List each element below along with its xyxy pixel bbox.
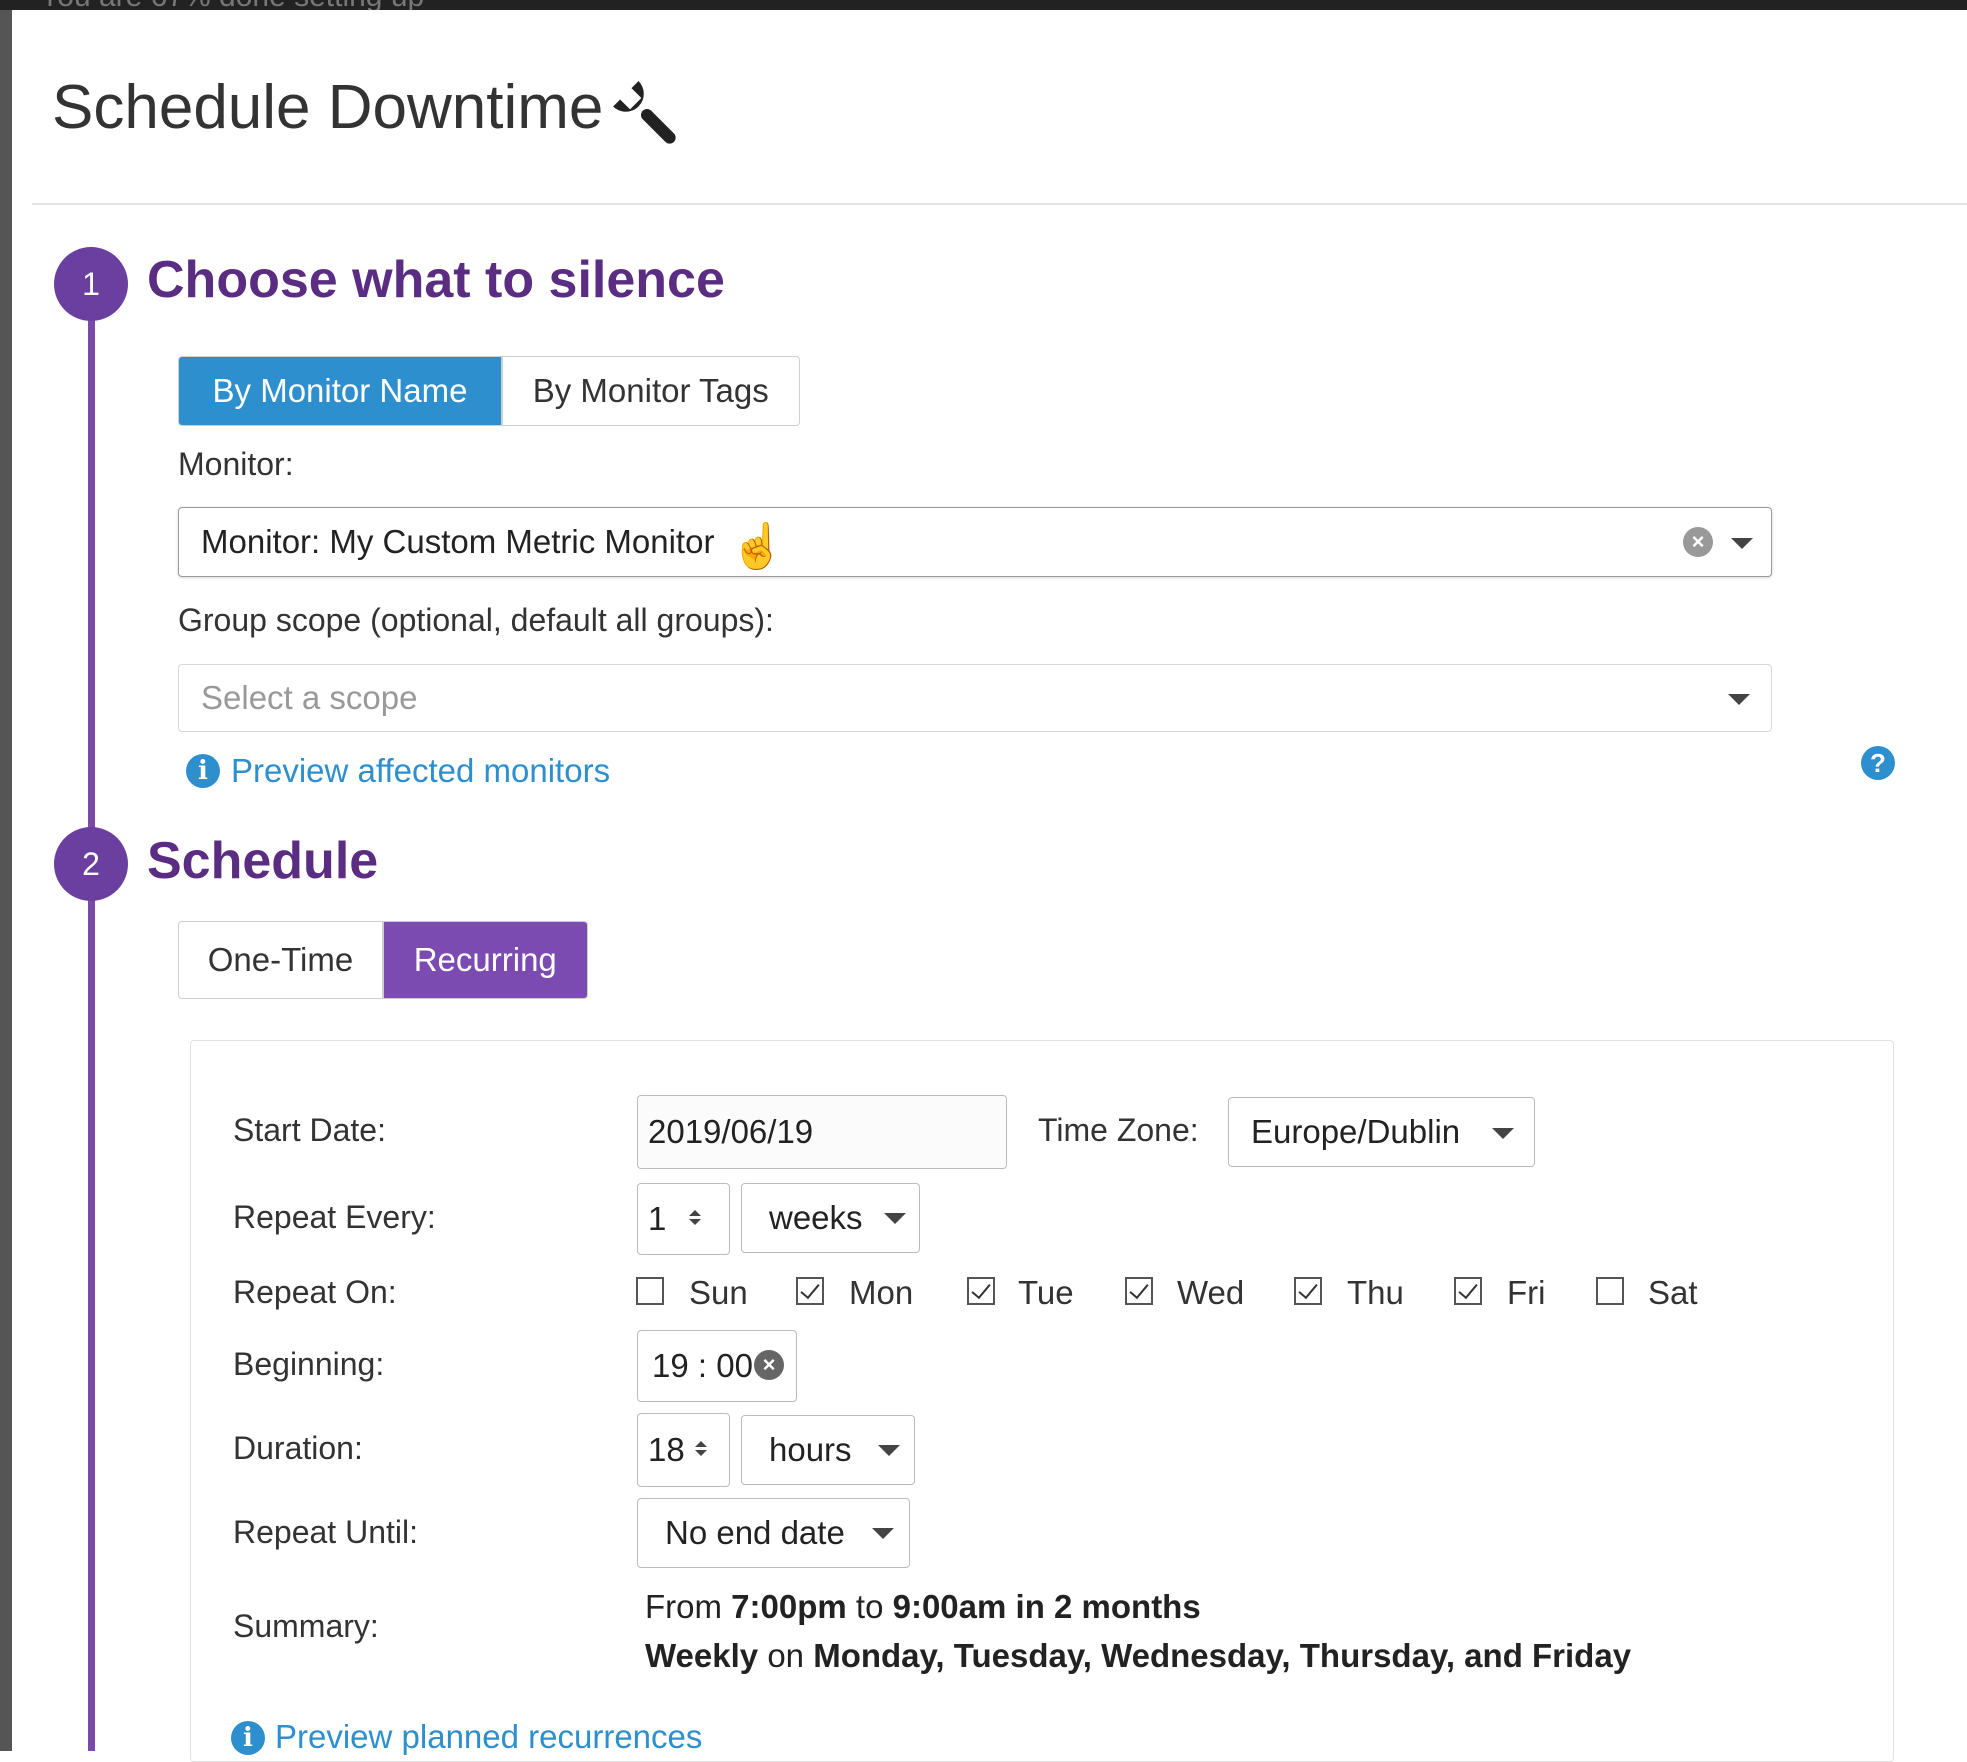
step-1-badge: 1: [54, 247, 128, 321]
day-checkbox-sun[interactable]: [636, 1277, 664, 1305]
schedule-type-toggle: One-Time Recurring: [178, 921, 588, 999]
repeat-until-label: Repeat Until:: [233, 1514, 418, 1550]
monitor-select-value: Monitor: My Custom Metric Monitor: [201, 523, 715, 560]
day-checkbox-tue[interactable]: [967, 1277, 995, 1305]
repeat-until-select[interactable]: No end date: [637, 1498, 910, 1568]
time-zone-select[interactable]: Europe/Dublin: [1228, 1097, 1535, 1167]
day-checkbox-mon[interactable]: [796, 1277, 824, 1305]
day-checkbox-fri[interactable]: [1454, 1277, 1482, 1305]
clear-icon[interactable]: ×: [754, 1350, 784, 1380]
step-2-title: Schedule: [147, 832, 379, 890]
repeat-every-unit-value: weeks: [769, 1199, 863, 1236]
summary-on: on: [767, 1637, 805, 1674]
day-label-thu: Thu: [1347, 1274, 1404, 1311]
day-label-tue: Tue: [1018, 1274, 1074, 1311]
step-2-badge: 2: [54, 827, 128, 901]
beginning-label: Beginning:: [233, 1346, 385, 1382]
summary-text: From 7:00pm to 9:00am in 2 months Weekly…: [645, 1582, 1631, 1680]
beginning-time-value: 19 : 00: [652, 1347, 753, 1384]
day-label-fri: Fri: [1507, 1274, 1546, 1311]
start-date-input[interactable]: 2019/06/19: [637, 1095, 1007, 1169]
preview-planned-recurrences-link[interactable]: Preview planned recurrences: [275, 1718, 702, 1756]
time-zone-value: Europe/Dublin: [1251, 1113, 1461, 1150]
summary-end-time: 9:00am in 2 months: [892, 1588, 1201, 1625]
day-checkbox-wed[interactable]: [1125, 1277, 1153, 1305]
chevron-down-icon[interactable]: [1728, 694, 1750, 705]
monitor-label: Monitor:: [178, 446, 294, 482]
group-scope-placeholder: Select a scope: [201, 679, 418, 716]
repeat-every-value: 1: [648, 1200, 667, 1237]
day-checkbox-sat[interactable]: [1596, 1277, 1624, 1305]
repeat-until-value: No end date: [665, 1514, 845, 1551]
wrench-icon: [613, 81, 676, 144]
day-label-wed: Wed: [1177, 1274, 1245, 1311]
monitor-select[interactable]: Monitor: My Custom Metric Monitor ×: [178, 507, 1772, 577]
info-icon: i: [186, 754, 220, 788]
summary-to: to: [855, 1588, 884, 1625]
help-icon[interactable]: ?: [1861, 746, 1895, 780]
day-label-mon: Mon: [849, 1274, 914, 1311]
chevron-down-icon[interactable]: [872, 1528, 894, 1539]
summary-start-time: 7:00pm: [731, 1588, 847, 1625]
duration-input[interactable]: 18: [637, 1413, 730, 1487]
page-title: Schedule Downtime: [52, 73, 604, 142]
duration-unit-value: hours: [769, 1431, 852, 1468]
step-1-title: Choose what to silence: [147, 251, 725, 309]
by-monitor-tags-button[interactable]: By Monitor Tags: [503, 357, 800, 425]
setup-progress-banner: You are 67% done setting up: [40, 0, 424, 10]
summary-line-2: Weekly on Monday, Tuesday, Wednesday, Th…: [645, 1631, 1631, 1680]
start-date-value: 2019/06/19: [648, 1113, 814, 1150]
header-divider: [32, 203, 1967, 205]
beginning-time-input[interactable]: 19 : 00 ×: [637, 1330, 797, 1402]
step-connector-line: [88, 320, 95, 1751]
repeat-every-unit-select[interactable]: weeks: [741, 1183, 920, 1253]
chevron-down-icon[interactable]: [884, 1213, 906, 1224]
one-time-button[interactable]: One-Time: [179, 922, 382, 998]
duration-unit-select[interactable]: hours: [741, 1415, 915, 1485]
repeat-every-label: Repeat Every:: [233, 1199, 436, 1235]
group-scope-select[interactable]: Select a scope: [178, 664, 1772, 732]
summary-days: Monday, Tuesday, Wednesday, Thursday, an…: [813, 1637, 1632, 1674]
repeat-every-input[interactable]: 1: [637, 1183, 730, 1255]
recurring-button[interactable]: Recurring: [383, 922, 587, 998]
stepper-icon[interactable]: [688, 1439, 714, 1459]
silence-mode-toggle: By Monitor Name By Monitor Tags: [178, 356, 800, 426]
day-label-sat: Sat: [1648, 1274, 1698, 1311]
chevron-down-icon[interactable]: [1731, 538, 1753, 549]
start-date-label: Start Date:: [233, 1112, 386, 1148]
summary-frequency: Weekly: [645, 1637, 759, 1674]
pointer-cursor-icon: ☝: [730, 522, 785, 571]
chevron-down-icon[interactable]: [1492, 1128, 1514, 1139]
day-checkbox-thu[interactable]: [1294, 1277, 1322, 1305]
duration-label: Duration:: [233, 1430, 363, 1466]
background-overlay: [0, 10, 12, 1751]
time-zone-label: Time Zone:: [1038, 1112, 1199, 1148]
duration-value: 18: [648, 1431, 685, 1468]
stepper-icon[interactable]: [682, 1208, 708, 1228]
summary-from: From: [645, 1588, 722, 1625]
repeat-on-label: Repeat On:: [233, 1274, 397, 1310]
info-icon: i: [231, 1721, 265, 1755]
summary-label: Summary:: [233, 1608, 379, 1644]
by-monitor-name-button[interactable]: By Monitor Name: [179, 357, 501, 425]
preview-affected-monitors-link[interactable]: Preview affected monitors: [231, 752, 610, 790]
clear-icon[interactable]: ×: [1683, 527, 1713, 557]
group-scope-label: Group scope (optional, default all group…: [178, 602, 774, 638]
summary-line-1: From 7:00pm to 9:00am in 2 months: [645, 1582, 1631, 1631]
background-topbar: You are 67% done setting up: [0, 0, 1967, 10]
chevron-down-icon[interactable]: [878, 1445, 900, 1456]
day-label-sun: Sun: [689, 1274, 748, 1311]
